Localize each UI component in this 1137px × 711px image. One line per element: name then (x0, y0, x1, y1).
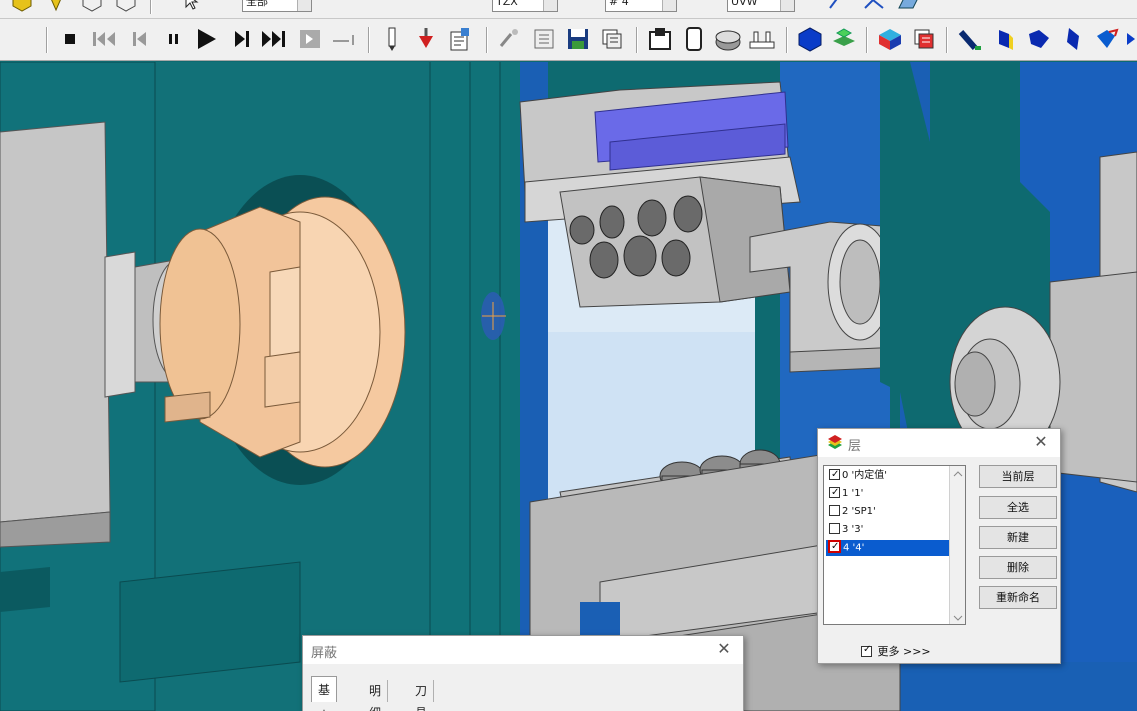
close-icon[interactable]: ✕ (713, 638, 735, 660)
color-cube-icon[interactable] (876, 24, 904, 54)
more-toggle[interactable]: ✓ 更多 >>> (858, 643, 931, 659)
search-icon[interactable] (496, 24, 524, 54)
more-arrow-icon[interactable] (1124, 24, 1137, 54)
axis-y-icon[interactable] (860, 0, 888, 16)
step-back-icon[interactable] (126, 24, 154, 54)
stock-icon[interactable] (830, 24, 858, 54)
layer-list[interactable]: ✓ 0 '内定值' ✓ 1 '1' 2 'SP1' 3 '3' ✓ 4 '4' (823, 465, 966, 625)
cube-icon[interactable] (796, 24, 824, 54)
cursor-icon[interactable] (178, 0, 206, 16)
tab-toolpath[interactable]: 刀具路径 (409, 680, 435, 711)
layer-dialog-titlebar[interactable]: 层 ✕ (818, 429, 1060, 457)
rewind-icon[interactable] (90, 24, 118, 54)
play-icon[interactable] (192, 24, 220, 54)
wire-cube2-icon[interactable] (112, 0, 140, 16)
layer-checkbox[interactable]: ✓ (828, 540, 841, 553)
new-layer-button[interactable]: 新建 (979, 526, 1057, 549)
close-icon[interactable]: ✕ (1030, 431, 1052, 453)
axis-xz-icon[interactable] (826, 0, 854, 16)
rotate-icon[interactable] (1092, 24, 1120, 54)
layer-row-4[interactable]: ✓ 4 '4' (826, 540, 950, 556)
combo-view-value: UVW (731, 0, 758, 8)
stack2-icon[interactable] (910, 24, 938, 54)
tool-red-icon[interactable] (412, 24, 440, 54)
layer-checkbox[interactable] (829, 504, 840, 516)
combo-mode-value: TZX (496, 0, 518, 8)
layer-row-0[interactable]: ✓ 0 '内定值' (826, 468, 950, 484)
combo-layer[interactable]: # 4 (605, 0, 677, 12)
fixture-icon[interactable] (748, 24, 776, 54)
current-layer-button[interactable]: 当前层 (979, 465, 1057, 488)
layer-dialog-title: 层 (848, 439, 862, 454)
combo-layer-value: # 4 (609, 0, 629, 8)
tool-green-icon[interactable] (956, 24, 984, 54)
combo-view[interactable]: UVW (727, 0, 795, 12)
select-all-button[interactable]: 全选 (979, 496, 1057, 519)
end-icon[interactable] (296, 24, 324, 54)
yellow-cube-icon[interactable] (8, 0, 36, 16)
stack-icon[interactable] (598, 24, 626, 54)
wire-cube-icon[interactable] (78, 0, 106, 16)
combo-mode[interactable]: TZX (492, 0, 558, 12)
tab-detail[interactable]: 明细 (363, 680, 389, 711)
report-icon[interactable] (446, 24, 474, 54)
pencil-icon[interactable] (378, 24, 406, 54)
blank-icon[interactable] (680, 24, 708, 54)
tool-yellow-icon[interactable] (990, 24, 1018, 54)
more-label: 更多 >>> (877, 645, 931, 658)
cylinder-icon[interactable] (714, 24, 742, 54)
combo-all-value: 全部 (246, 0, 268, 8)
mask-dialog: 屏蔽 ✕ 基本 明细 刀具路径 (302, 635, 744, 711)
step-forward-icon[interactable] (228, 24, 256, 54)
tool-blue-icon[interactable] (1024, 24, 1052, 54)
layer-checkbox[interactable] (829, 522, 840, 534)
mask-dialog-title: 屏蔽 (311, 646, 338, 661)
yellow-shape-icon[interactable] (42, 0, 70, 16)
tool-blue2-icon[interactable] (1058, 24, 1086, 54)
combo-all[interactable]: 全部 (242, 0, 312, 12)
save-icon[interactable] (564, 24, 592, 54)
plane-icon[interactable] (894, 0, 922, 16)
layer-row-2[interactable]: 2 'SP1' (826, 504, 950, 520)
more-checkbox[interactable]: ✓ (861, 644, 872, 657)
machine-icon[interactable] (646, 24, 674, 54)
layer-checkbox[interactable]: ✓ (829, 468, 840, 480)
toolbar-main (0, 19, 1137, 61)
tab-basic[interactable]: 基本 (311, 676, 338, 711)
fast-forward-icon[interactable] (260, 24, 288, 54)
stop-icon[interactable] (56, 24, 84, 54)
layer-row-3[interactable]: 3 '3' (826, 522, 950, 538)
list-icon[interactable] (530, 24, 558, 54)
layer-dialog: 层 ✕ ✓ 0 '内定值' ✓ 1 '1' 2 'SP1' 3 '3' ✓ 4 '4'… (817, 428, 1061, 664)
delete-layer-button[interactable]: 删除 (979, 556, 1057, 579)
toolbar-top: 全部 TZX # 4 UVW (0, 0, 1137, 19)
pause-icon[interactable] (160, 24, 188, 54)
layer-checkbox[interactable]: ✓ (829, 486, 840, 498)
reset-icon[interactable] (330, 24, 358, 54)
rename-layer-button[interactable]: 重新命名 (979, 586, 1057, 609)
mask-dialog-titlebar[interactable]: 屏蔽 ✕ (303, 636, 743, 664)
layers-icon (826, 435, 844, 454)
layer-list-scrollbar[interactable] (949, 466, 965, 624)
layer-row-1[interactable]: ✓ 1 '1' (826, 486, 950, 502)
